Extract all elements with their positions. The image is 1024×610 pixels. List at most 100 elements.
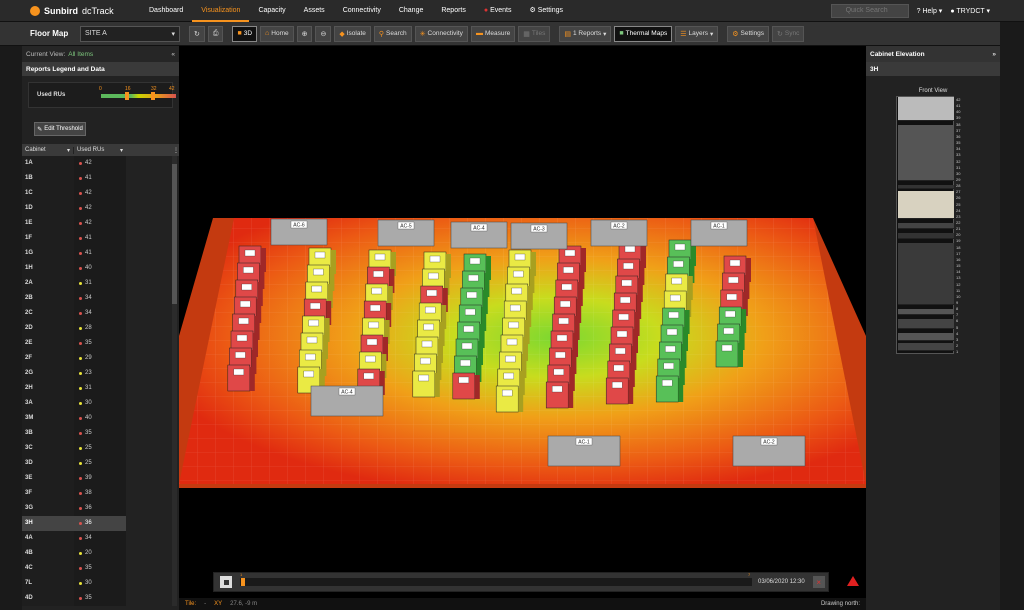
table-row[interactable]: 2F 29 [22,351,179,366]
quick-search-input[interactable] [830,3,909,18]
connectivity-button[interactable]: ✳ Connectivity [414,25,468,42]
rack-elevation[interactable] [896,96,954,354]
tab-events[interactable]: ● Events [475,0,521,22]
thermal-icon: ■ [619,30,624,37]
rack-device[interactable] [898,309,954,315]
table-row[interactable]: 1B 41 [22,171,179,186]
table-row[interactable]: 1C 42 [22,186,179,201]
help-menu[interactable]: ? Help ▾ [917,7,943,15]
tab-change[interactable]: Change [390,0,433,22]
used-rus-cell: 34 [74,531,126,546]
tiles-button[interactable]: ▦ Tiles [518,25,551,42]
tab-visualization[interactable]: Visualization [192,0,250,22]
floor-map-scene[interactable]: AC-6 AC-5 AC-4 AC-3 AC-2 AC-1 AC-4 AC-1 AC-2 [179,46,866,566]
table-row[interactable]: 2B 34 [22,291,179,306]
table-row[interactable]: 2C 34 [22,306,179,321]
zoom-out-button[interactable]: ⊖ [315,25,332,42]
cabinet-tag [666,328,678,336]
table-row[interactable]: 4B 20 [22,546,179,561]
rack-device[interactable] [898,319,954,329]
close-timeline-button[interactable]: × [812,576,825,588]
home-label: Home [271,30,289,37]
table-row[interactable]: 4D 35 [22,591,179,606]
table-row[interactable]: 2D 28 [22,321,179,336]
table-scrollbar[interactable] [172,156,177,606]
rack-device[interactable] [898,125,954,181]
table-row[interactable]: 3H 36 [22,516,179,531]
expand-right-icon[interactable]: » [992,51,996,58]
table-row[interactable]: 4A 34 [22,531,179,546]
ru-label: 42 [956,97,961,102]
isolate-button[interactable]: ◆ Isolate [334,25,371,42]
table-row[interactable]: 3E 39 [22,471,179,486]
user-menu[interactable]: ● TRYDCT ▾ [950,7,990,15]
table-row[interactable]: 3C 25 [22,441,179,456]
rack-device[interactable] [898,333,954,341]
used-rus-value: 42 [85,220,92,226]
stop-button[interactable] [220,576,232,588]
table-row[interactable]: 1E 42 [22,216,179,231]
table-row[interactable]: 2G 23 [22,366,179,381]
reports-button[interactable]: ▤ 1 Reports ▾ [559,25,612,42]
rack-device[interactable] [898,185,954,189]
brand[interactable]: Sunbird dcTrack [0,5,140,16]
3d-floor-map-viewport[interactable]: AC-6 AC-5 AC-4 AC-3 AC-2 AC-1 AC-4 AC-1 AC-2 1 7… [179,46,866,610]
north-arrow-icon[interactable] [847,576,859,586]
tab-capacity[interactable]: Capacity [249,0,294,22]
collapse-left-icon[interactable]: « [171,51,175,58]
table-row[interactable]: 1H 40 [22,261,179,276]
3d-button[interactable]: ■ 3D [232,25,258,42]
measure-button[interactable]: ▬ Measure [470,25,516,42]
print-button[interactable]: ⎙ [207,25,224,42]
current-view-value[interactable]: All Items [68,51,93,58]
table-row[interactable]: 3G 36 [22,501,179,516]
ru-label: 20 [956,232,961,238]
status-dot-icon [79,282,82,285]
edit-threshold-button[interactable]: ✎ Edit Threshold [34,122,86,136]
table-row[interactable]: 1F 41 [22,231,179,246]
used-rus-cell: 36 [74,501,126,516]
table-row[interactable]: 3M 40 [22,411,179,426]
table-row[interactable]: 7L 30 [22,576,179,591]
site-select[interactable]: SITE A ▾ [80,25,180,42]
rack-device[interactable] [898,191,954,219]
table-row[interactable]: 3A 30 [22,396,179,411]
tab-dashboard[interactable]: Dashboard [140,0,192,22]
table-row[interactable]: 4C 35 [22,561,179,576]
rack-device[interactable] [898,343,954,351]
refresh-button[interactable]: ↻ [189,25,205,42]
column-header-cabinet[interactable]: Cabinet ▾ [22,146,74,154]
tab-reports[interactable]: Reports [432,0,475,22]
zoom-in-button[interactable]: ⊕ [296,25,313,42]
tab-connectivity[interactable]: Connectivity [334,0,390,22]
cabinet-tag [238,317,249,325]
home-button[interactable]: ⌂ Home [260,25,294,42]
timeline-track[interactable]: 1 7 [240,572,752,586]
sync-button[interactable]: ↻ Sync [772,25,805,42]
settings-button[interactable]: ⚙ Settings [727,25,770,42]
table-row[interactable]: 1G 41 [22,246,179,261]
scrollbar-thumb[interactable] [172,164,177,304]
layers-button[interactable]: ☰ Layers ▾ [675,25,719,42]
timeline-handle[interactable] [241,578,245,586]
thermal-maps-button[interactable]: ■ Thermal Maps [614,25,673,42]
table-row[interactable]: 3D 25 [22,456,179,471]
table-row[interactable]: 1A 42 [22,156,179,171]
table-row[interactable]: 3F 38 [22,486,179,501]
rack-device[interactable] [898,243,954,305]
table-row[interactable]: 2A 31 [22,276,179,291]
rack-device[interactable] [898,97,954,121]
table-row[interactable]: 1D 42 [22,201,179,216]
threshold-handle[interactable] [151,92,155,100]
rack-device[interactable] [898,233,954,239]
table-row[interactable]: 2E 35 [22,336,179,351]
rack-device[interactable] [898,223,954,229]
column-header-used-rus[interactable]: Used RUs ▾ [74,147,126,154]
tab-assets[interactable]: Assets [295,0,334,22]
threshold-handle[interactable] [125,92,129,100]
column-header-label: Used RUs [77,146,105,153]
tab-settings[interactable]: ⚙ Settings [520,0,572,22]
table-row[interactable]: 2H 31 [22,381,179,396]
search-button[interactable]: ⚲ Search [373,25,412,42]
table-row[interactable]: 3B 35 [22,426,179,441]
